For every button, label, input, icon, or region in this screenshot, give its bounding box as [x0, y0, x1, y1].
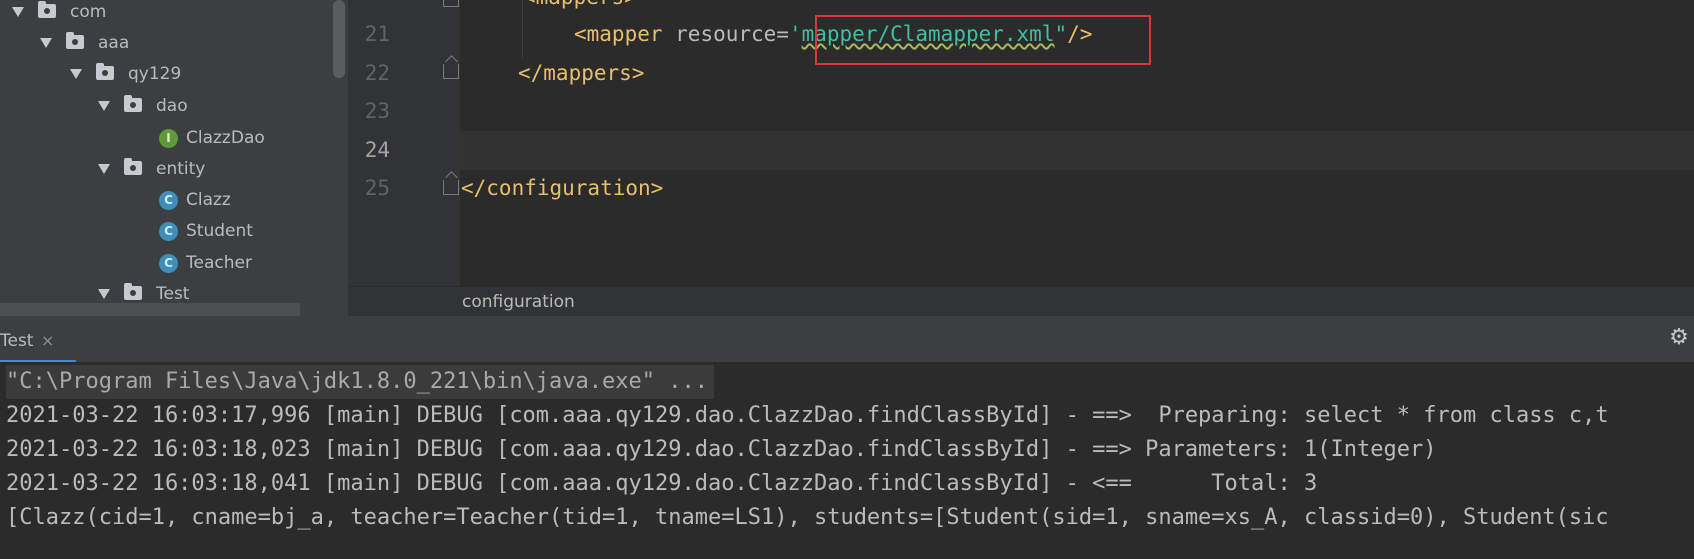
- package-folder-icon: [66, 32, 84, 49]
- chevron-down-icon[interactable]: [98, 101, 110, 111]
- tree-node-label: Teacher: [186, 253, 252, 273]
- chevron-down-icon[interactable]: [40, 38, 52, 48]
- line-number: 22: [364, 61, 390, 85]
- highlight-annotation-box: [815, 15, 1151, 65]
- code-line-25: </configuration>: [461, 176, 664, 200]
- breadcrumb-item[interactable]: configuration: [462, 287, 575, 317]
- package-folder-icon: [96, 63, 114, 80]
- console-line: 2021-03-22 16:03:17,996 [main] DEBUG [co…: [6, 403, 1609, 428]
- xml-tag-open: <mapper: [574, 22, 676, 46]
- line-number: 23: [364, 99, 390, 123]
- chevron-down-icon[interactable]: [12, 7, 24, 17]
- line-gutter: 21 22 23 24 25: [348, 0, 460, 286]
- tree-node-label: Student: [186, 221, 253, 241]
- console-line: [Clazz(cid=1, cname=bj_a, teacher=Teache…: [6, 505, 1609, 530]
- close-icon[interactable]: ×: [41, 326, 54, 356]
- tree-node-label: aaa: [98, 33, 130, 53]
- code-line-20-partial: <mappers>: [523, 0, 637, 16]
- package-folder-icon: [124, 95, 142, 112]
- fold-marker-icon[interactable]: [443, 0, 459, 7]
- project-tree: com aaa qy129 dao I ClazzDao entity C Cl…: [0, 0, 348, 316]
- current-line-highlight: [460, 131, 1694, 170]
- tree-node-label: Clazz: [186, 190, 231, 210]
- chevron-down-icon[interactable]: [98, 164, 110, 174]
- line-number: 25: [364, 176, 390, 200]
- line-number-current: 24: [364, 138, 390, 162]
- chevron-down-icon[interactable]: [98, 289, 110, 299]
- console-command-line[interactable]: "C:\Program Files\Java\jdk1.8.0_221\bin\…: [6, 365, 714, 399]
- line-number: 21: [364, 22, 390, 46]
- fold-marker-icon[interactable]: [443, 180, 459, 195]
- code-editor[interactable]: 21 22 23 24 25 <mappers> <mapper resourc…: [348, 0, 1694, 286]
- package-folder-icon: [124, 283, 142, 300]
- fold-marker-icon[interactable]: [443, 64, 459, 79]
- tree-node-label: qy129: [128, 64, 182, 84]
- class-icon: C: [159, 222, 178, 241]
- tree-selection-row[interactable]: [0, 303, 300, 316]
- package-folder-icon: [38, 1, 56, 18]
- gear-icon[interactable]: ⚙: [1668, 327, 1690, 349]
- package-folder-icon: [124, 158, 142, 175]
- class-icon: C: [159, 191, 178, 210]
- tree-node-label: ClazzDao: [186, 128, 265, 148]
- console-line: 2021-03-22 16:03:18,041 [main] DEBUG [co…: [6, 471, 1318, 496]
- tree-node-label: dao: [156, 96, 188, 116]
- tree-node-label: entity: [156, 159, 206, 179]
- xml-attribute: resource=: [675, 22, 789, 46]
- class-icon: C: [159, 254, 178, 273]
- interface-icon: I: [159, 129, 178, 148]
- chevron-down-icon[interactable]: [70, 69, 82, 79]
- tab-label: Test: [0, 331, 34, 351]
- run-tool-header: Test ×: [0, 316, 1694, 363]
- breadcrumb[interactable]: configuration: [348, 286, 1694, 317]
- tree-scrollbar[interactable]: [333, 0, 345, 78]
- tab-test[interactable]: Test ×: [0, 326, 76, 363]
- console-line: 2021-03-22 16:03:18,023 [main] DEBUG [co…: [6, 437, 1437, 462]
- tree-node-label: com: [70, 2, 107, 22]
- console-output[interactable]: "C:\Program Files\Java\jdk1.8.0_221\bin\…: [0, 362, 1694, 559]
- xml-quote: ': [788, 22, 802, 46]
- code-line-22: </mappers>: [518, 61, 645, 85]
